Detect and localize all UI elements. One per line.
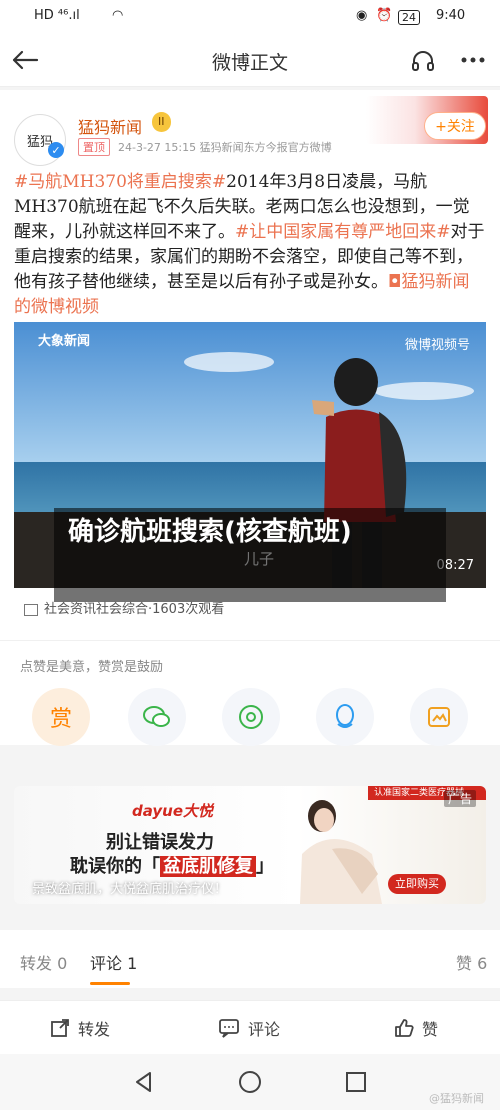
post-body: #马航MH370将重启搜索#2014年3月8日凌晨，马航MH370航班在起飞不久… <box>14 170 486 320</box>
video-logo-left: 大象新闻 <box>38 334 91 349</box>
bottom-action-bar: 转发 评论 赞 <box>0 1000 500 1055</box>
qq-share-button[interactable] <box>316 688 374 746</box>
headphones-icon[interactable] <box>408 45 438 75</box>
wechat-share-button[interactable] <box>128 688 186 746</box>
verified-icon: ✓ <box>48 142 64 158</box>
nav-home-icon[interactable] <box>238 1070 262 1094</box>
video-logo-right: 微博视频号 <box>404 338 470 353</box>
nav-recents-icon[interactable] <box>344 1070 368 1094</box>
post-meta-text: 24-3-27 15:15 猛犸新闻东方今报官方微博 <box>118 141 332 154</box>
buy-now-button[interactable]: 立即购买 <box>388 874 446 894</box>
repost-icon <box>51 1019 69 1037</box>
author-name[interactable]: 猛犸新闻 <box>78 114 142 138</box>
active-tab-indicator <box>90 982 130 985</box>
hashtag-link[interactable]: #马航MH370将重启搜索# <box>14 172 226 192</box>
interaction-tabs: 转发 0 评论 1 赞 6 <box>0 930 500 988</box>
wechat-icon <box>143 706 170 727</box>
avatar[interactable]: 猛犸 <box>14 114 66 166</box>
save-image-button[interactable] <box>410 688 468 746</box>
moments-icon <box>239 705 263 729</box>
pinned-tag: 置顶 <box>78 138 110 156</box>
tab-reposts[interactable]: 转发 0 <box>20 950 67 974</box>
ad-subheadline-suffix: 」 <box>256 856 274 877</box>
ad-subheadline: 耽误你的「 盆底肌修复」 <box>70 852 274 878</box>
reward-label: 赏 <box>49 707 72 732</box>
tab-comments[interactable]: 评论 1 <box>90 950 137 974</box>
qq-icon <box>336 704 354 728</box>
level-badge: II <box>152 112 171 132</box>
system-nav-bar <box>0 1054 500 1110</box>
post-meta: 置顶 24-3-27 15:15 猛犸新闻东方今报官方微博 <box>78 138 332 156</box>
reward-button[interactable]: 赏 <box>32 688 90 746</box>
comment-icon <box>219 1019 239 1038</box>
repost-button[interactable]: 转发 <box>50 1016 110 1040</box>
ad-model-image <box>300 800 382 904</box>
cloud <box>184 352 274 372</box>
status-bar: HD ⁴⁶.ıl ◠ ◉ ⏰ 24 9:40 <box>0 0 500 34</box>
like-button[interactable]: 赞 <box>394 1016 438 1040</box>
eye-icon: ◉ <box>356 8 368 23</box>
video-info: 社会资讯社会综合·1603次观看 <box>24 598 224 617</box>
top-nav-bar: 微博正文 <box>0 34 500 87</box>
ad-headline: 别让错误发力 <box>106 832 214 853</box>
overlay-title: 确诊航班搜索(核查航班) <box>54 508 446 602</box>
nav-back-icon[interactable] <box>132 1070 156 1094</box>
wifi-icon: ◠ <box>112 8 124 23</box>
battery-indicator: 24 <box>398 10 420 25</box>
clock: 9:40 <box>436 8 466 23</box>
tab-likes[interactable]: 赞 6 <box>456 950 487 974</box>
ad-tag[interactable]: 广告 <box>443 790 476 807</box>
ad-subheadline-prefix: 耽误你的「 <box>70 856 160 877</box>
comment-label: 评论 <box>248 1020 281 1039</box>
ad-tagline: 景致盆底肌，大悦盆底肌治疗仪！ <box>32 882 228 897</box>
like-label: 赞 <box>422 1020 439 1039</box>
signal-indicator: HD ⁴⁶.ıl <box>34 8 80 23</box>
image-icon <box>428 707 450 727</box>
more-icon[interactable] <box>458 45 488 75</box>
hashtag-link[interactable]: #让中国家属有尊严地回来# <box>235 222 451 242</box>
tv-icon <box>24 603 38 616</box>
moments-share-button[interactable] <box>222 688 280 746</box>
ad-banner[interactable]: 认准国家二类医疗器械 广告 dayue大悦 别让错误发力 耽误你的「 盆底肌修复」… <box>14 786 486 904</box>
alarm-icon: ⏰ <box>376 8 393 23</box>
reward-caption: 点赞是美意，赞赏是鼓励 <box>20 660 164 675</box>
video-info-text: 社会资讯社会综合·1603次观看 <box>44 602 225 617</box>
repost-label: 转发 <box>78 1020 111 1039</box>
ad-brand: dayue大悦 <box>132 802 214 820</box>
thumbs-up-icon <box>395 1019 414 1037</box>
follow-button[interactable]: +关注 <box>424 112 486 140</box>
comment-button[interactable]: 评论 <box>218 1016 280 1040</box>
ad-highlight: 盆底肌修复 <box>160 856 256 877</box>
watermark: @猛犸新闻 <box>429 1092 484 1105</box>
